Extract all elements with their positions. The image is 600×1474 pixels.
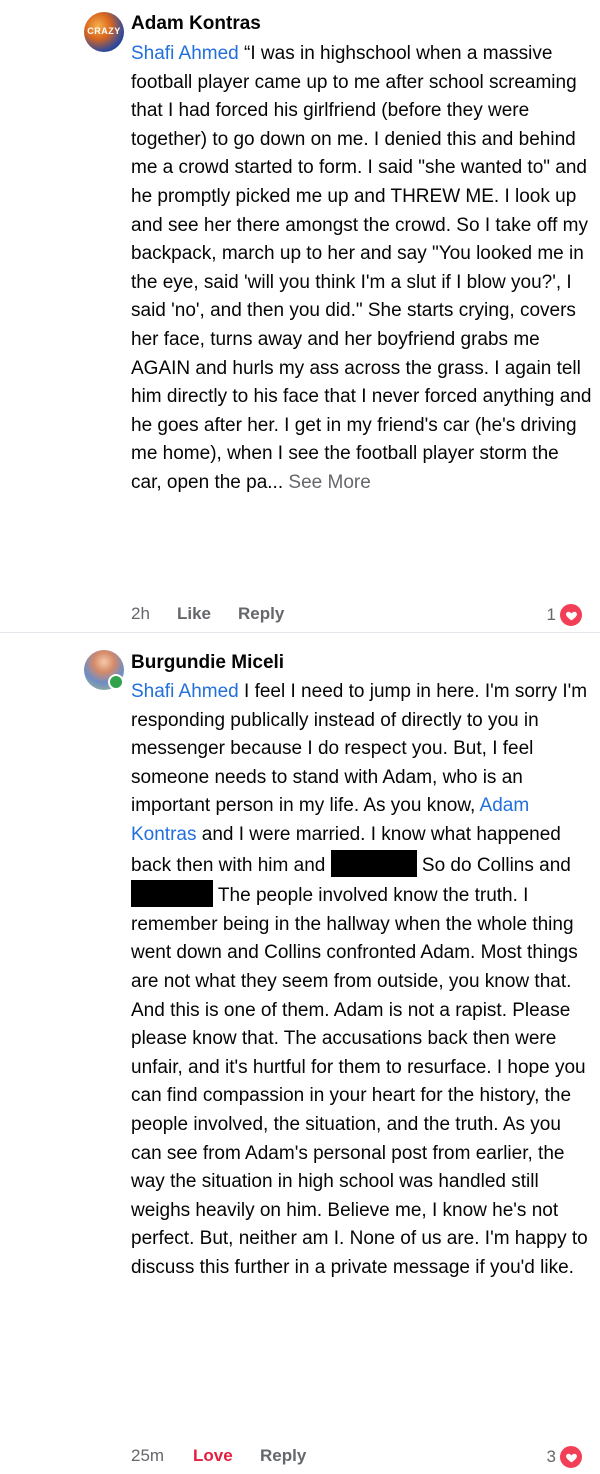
like-button[interactable]: Like bbox=[177, 603, 211, 625]
reply-button[interactable]: Reply bbox=[260, 1445, 306, 1467]
comment-body: Shafi Ahmed “I was in highschool when a … bbox=[131, 40, 593, 498]
see-more-link[interactable]: See More bbox=[288, 472, 370, 493]
heart-icon bbox=[559, 603, 583, 627]
mention-link[interactable]: Shafi Ahmed bbox=[131, 43, 239, 64]
comment-author[interactable]: Adam Kontras bbox=[131, 11, 261, 37]
comment-text: “I was in highschool when a massive foot… bbox=[131, 43, 592, 493]
comment-text: So do Collins and bbox=[416, 854, 571, 876]
reaction-count: 1 bbox=[546, 605, 556, 624]
comment-timestamp[interactable]: 2h bbox=[131, 603, 150, 625]
avatar-text: CRAZY bbox=[87, 26, 121, 36]
reaction-count: 3 bbox=[546, 1447, 556, 1466]
heart-icon bbox=[559, 1445, 583, 1469]
comment-burgundie-miceli: Burgundie Miceli Shafi Ahmed I feel I ne… bbox=[0, 632, 600, 1474]
redaction-box bbox=[131, 880, 213, 908]
avatar[interactable]: CRAZY bbox=[84, 12, 124, 52]
love-button[interactable]: Love bbox=[193, 1445, 233, 1467]
mention-link[interactable]: Shafi Ahmed bbox=[131, 681, 239, 702]
reaction-summary[interactable]: 1 bbox=[547, 603, 583, 627]
online-status-dot bbox=[108, 674, 124, 690]
reaction-summary[interactable]: 3 bbox=[547, 1445, 583, 1469]
comment-body: Shafi Ahmed I feel I need to jump in her… bbox=[131, 678, 593, 1282]
redaction-box bbox=[330, 849, 417, 877]
comment-text: The people involved know the truth. I re… bbox=[131, 885, 588, 1278]
comment-adam-kontras: CRAZY Adam Kontras Shafi Ahmed “I was in… bbox=[0, 0, 600, 632]
comment-timestamp[interactable]: 25m bbox=[131, 1445, 164, 1467]
reply-button[interactable]: Reply bbox=[238, 603, 284, 625]
comment-author[interactable]: Burgundie Miceli bbox=[131, 650, 284, 676]
